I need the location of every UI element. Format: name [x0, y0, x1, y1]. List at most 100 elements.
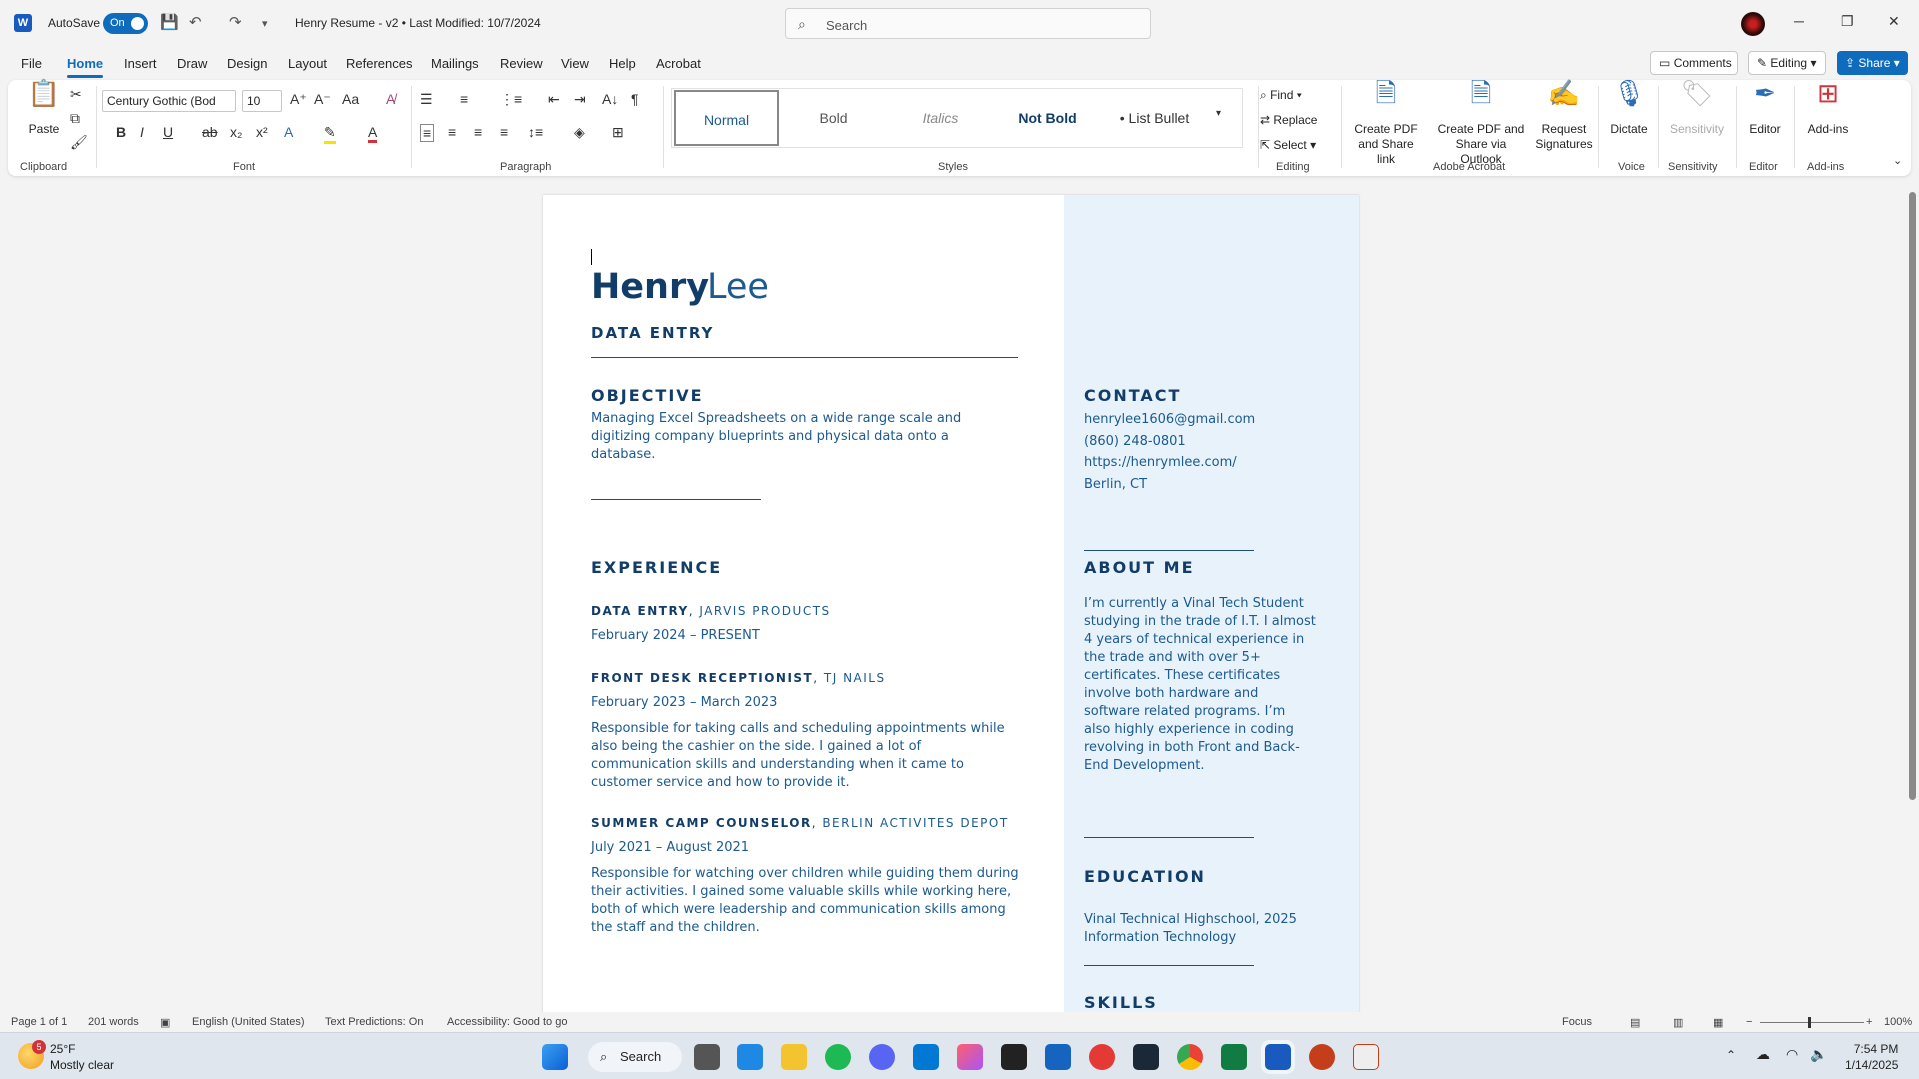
zoom-out-icon[interactable]: − — [1746, 1016, 1752, 1028]
search-input[interactable]: ⌕ Search — [785, 8, 1151, 39]
create-pdf-outlook-button[interactable]: 🗎 Create PDF and Share via Outlook — [1434, 80, 1528, 167]
clear-formatting-icon[interactable]: A̸ — [386, 91, 395, 107]
creative-app-icon[interactable] — [957, 1044, 983, 1070]
accessibility-status[interactable]: Accessibility: Good to go — [447, 1016, 567, 1028]
line-spacing-icon[interactable]: ↕≡ — [528, 124, 543, 140]
print-layout-icon[interactable]: ▥ — [1673, 1016, 1683, 1029]
document-title[interactable]: Henry Resume - v2 • Last Modified: 10/7/… — [295, 16, 541, 30]
tab-insert[interactable]: Insert — [124, 56, 157, 71]
proofing-icon[interactable]: ▣ — [160, 1016, 170, 1029]
tab-home[interactable]: Home — [67, 56, 104, 78]
web-layout-icon[interactable]: ▦ — [1713, 1016, 1723, 1029]
scrollbar-thumb[interactable] — [1909, 192, 1916, 800]
tab-design[interactable]: Design — [227, 56, 267, 71]
text-predictions[interactable]: Text Predictions: On — [325, 1016, 423, 1028]
replace-button[interactable]: ⇄ Replace — [1260, 113, 1317, 127]
show-formatting-icon[interactable]: ¶ — [631, 91, 639, 107]
superscript-icon[interactable]: x² — [256, 124, 268, 140]
file-explorer-icon[interactable] — [781, 1044, 807, 1070]
tab-draw[interactable]: Draw — [177, 56, 207, 71]
epic-games-icon[interactable] — [1001, 1044, 1027, 1070]
tab-references[interactable]: References — [346, 56, 412, 71]
volume-icon[interactable]: 🔈 — [1810, 1046, 1827, 1063]
tab-help[interactable]: Help — [609, 56, 636, 71]
borders-icon[interactable]: ⊞ — [612, 124, 624, 141]
chevron-up-icon[interactable]: ⌃ — [1726, 1048, 1736, 1062]
editing-mode-button[interactable]: ✎ Editing ▾ — [1748, 51, 1826, 75]
share-button[interactable]: ⇪ Share ▾ — [1837, 51, 1908, 75]
powerpoint-icon[interactable] — [1309, 1044, 1335, 1070]
style-italics[interactable]: Italics — [888, 90, 993, 146]
start-icon[interactable] — [542, 1044, 568, 1070]
multilevel-list-icon[interactable]: ⋮≡ — [500, 91, 522, 108]
shrink-font-icon[interactable]: A⁻ — [314, 91, 331, 108]
customize-toolbar-icon[interactable]: ▾ — [262, 17, 268, 30]
tab-view[interactable]: View — [561, 56, 589, 71]
ea-icon[interactable] — [1089, 1044, 1115, 1070]
comments-button[interactable]: ▭ Comments — [1650, 51, 1738, 75]
text-effects-icon[interactable]: A — [284, 124, 293, 140]
sort-icon[interactable]: A↓ — [602, 91, 618, 107]
chrome-icon[interactable] — [1177, 1044, 1203, 1070]
font-name-select[interactable]: Century Gothic (Bod — [102, 90, 236, 112]
document-page[interactable]: Henry Lee DATA ENTRY OBJECTIVE Managing … — [543, 195, 1359, 1015]
zoom-slider[interactable] — [1760, 1022, 1864, 1023]
underline-icon[interactable]: U — [163, 124, 173, 140]
word-count[interactable]: 201 words — [88, 1016, 139, 1028]
spotify-icon[interactable] — [825, 1044, 851, 1070]
dictate-button[interactable]: 🎙 Dictate — [1604, 80, 1654, 137]
styles-expand-icon[interactable]: ▾ — [1216, 108, 1221, 119]
find-button[interactable]: ⌕ Find ▾ — [1260, 88, 1302, 103]
subscript-icon[interactable]: x₂ — [230, 124, 242, 140]
word-taskbar-icon[interactable] — [1261, 1040, 1295, 1074]
decrease-indent-icon[interactable]: ⇤ — [548, 91, 560, 108]
snipping-tool-icon[interactable] — [1353, 1044, 1379, 1070]
zoom-slider-thumb[interactable] — [1808, 1017, 1811, 1028]
change-case-icon[interactable]: Aa — [342, 91, 359, 107]
tab-layout[interactable]: Layout — [288, 56, 327, 71]
cut-icon[interactable]: ✂ — [70, 86, 82, 103]
zoom-in-icon[interactable]: + — [1866, 1016, 1872, 1028]
paste-button[interactable]: 📋 Paste — [20, 80, 68, 137]
redo-icon[interactable]: ↷ — [229, 13, 242, 31]
style-normal[interactable]: Normal — [674, 90, 779, 146]
request-signatures-button[interactable]: ✍ Request Signatures — [1532, 80, 1596, 152]
font-color-icon[interactable]: A — [368, 124, 378, 143]
avatar[interactable] — [1741, 12, 1765, 36]
align-center-icon[interactable]: ≡ — [448, 124, 456, 140]
zoom-level[interactable]: 100% — [1884, 1016, 1912, 1028]
tab-review[interactable]: Review — [500, 56, 543, 71]
copy-icon[interactable]: ⧉ — [70, 110, 80, 127]
onedrive-icon[interactable]: ☁ — [1756, 1046, 1770, 1063]
align-right-icon[interactable]: ≡ — [474, 124, 482, 140]
task-view-icon[interactable] — [694, 1044, 720, 1070]
sensitivity-button[interactable]: 🏷 Sensitivity — [1664, 80, 1730, 137]
highlight-icon[interactable]: ✎ — [324, 124, 336, 144]
weather-widget[interactable]: 25°F Mostly clear — [50, 1041, 114, 1073]
store-icon[interactable] — [737, 1044, 763, 1070]
taskbar-search[interactable]: ⌕ Search — [588, 1042, 682, 1072]
addins-button[interactable]: ⊞ Add-ins — [1798, 80, 1858, 137]
font-size-select[interactable]: 10 — [242, 90, 282, 112]
format-painter-icon[interactable]: 🖌 — [70, 134, 88, 151]
autosave-toggle[interactable]: On — [103, 13, 148, 34]
vscode-icon[interactable] — [913, 1044, 939, 1070]
style-list-bullet[interactable]: • List Bullet — [1102, 90, 1207, 146]
editor-button[interactable]: ✒ Editor — [1742, 80, 1788, 137]
tab-file[interactable]: File — [21, 56, 42, 71]
restore-icon[interactable]: ❐ — [1841, 13, 1854, 30]
justify-icon[interactable]: ≡ — [500, 124, 508, 140]
numbering-icon[interactable]: ≡ — [460, 91, 468, 107]
discord-icon[interactable] — [869, 1044, 895, 1070]
style-bold[interactable]: Bold — [781, 90, 886, 146]
document-canvas[interactable]: Henry Lee DATA ENTRY OBJECTIVE Managing … — [0, 180, 1906, 1015]
create-pdf-share-link-button[interactable]: 🗎 Create PDF and Share link — [1348, 80, 1424, 167]
excel-icon[interactable] — [1221, 1044, 1247, 1070]
select-button[interactable]: ⇱ Select ▾ — [1260, 138, 1316, 152]
save-icon[interactable]: 💾 — [160, 13, 179, 31]
vertical-scrollbar[interactable] — [1906, 180, 1919, 1012]
style-not-bold[interactable]: Not Bold — [995, 90, 1100, 146]
italic-icon[interactable]: I — [140, 124, 144, 140]
wifi-icon[interactable]: ◠ — [1786, 1046, 1798, 1063]
grow-font-icon[interactable]: A⁺ — [290, 91, 307, 108]
